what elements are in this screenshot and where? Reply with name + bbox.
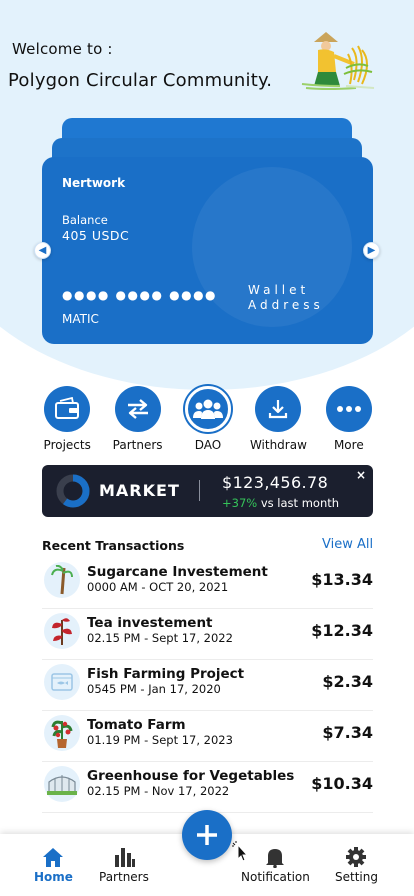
nav-home[interactable]: Home <box>34 846 73 884</box>
farmer-illustration-icon <box>301 32 375 90</box>
tea-plant-icon <box>44 613 80 649</box>
transaction-row[interactable]: Sugarcane Investement 0000 AM - OCT 20, … <box>42 558 373 609</box>
card-prev-button[interactable]: ◀ <box>34 242 51 259</box>
transaction-date: 0000 AM - OCT 20, 2021 <box>87 580 229 594</box>
transaction-amount: $13.34 <box>311 570 373 589</box>
market-divider <box>199 480 200 501</box>
nav-notification[interactable]: Notification <box>241 846 310 884</box>
card-wallet-label: Wallet <box>248 283 310 297</box>
transaction-name: Fish Farming Project <box>87 666 245 682</box>
tomato-plant-icon <box>44 715 80 751</box>
mouse-cursor-icon <box>232 841 249 861</box>
transaction-list: Sugarcane Investement 0000 AM - OCT 20, … <box>42 558 373 813</box>
market-close-button[interactable]: × <box>356 468 366 482</box>
action-more-circle <box>325 386 372 432</box>
nav-partners-label: Partners <box>99 870 149 884</box>
bell-icon <box>266 849 285 868</box>
sugarcane-icon <box>44 562 80 598</box>
card-next-button[interactable]: ▶ <box>363 242 380 259</box>
action-withdraw[interactable]: Withdraw <box>243 386 313 452</box>
nav-notification-label: Notification <box>241 870 310 884</box>
recent-transactions-title: Recent Transactions <box>42 538 185 553</box>
transaction-amount: $7.34 <box>322 723 373 742</box>
market-change-text: vs last month <box>257 496 340 510</box>
plus-icon <box>197 825 217 845</box>
chevron-left-icon: ◀ <box>38 245 47 256</box>
market-banner[interactable]: MARKET $123,456.78 +37% vs last month × <box>42 465 373 517</box>
community-title: Polygon Circular Community. <box>8 70 273 91</box>
transaction-date: 02.15 PM - Sept 17, 2022 <box>87 631 233 645</box>
action-projects[interactable]: Projects <box>32 386 102 452</box>
action-dao-circle <box>185 386 232 432</box>
wallet-icon <box>55 397 80 419</box>
card-address-label: Address <box>248 298 324 312</box>
transaction-name: Greenhouse for Vegetables <box>87 768 295 784</box>
transaction-amount: $12.34 <box>311 621 373 640</box>
action-projects-circle <box>44 386 91 432</box>
view-all-link[interactable]: View All <box>322 537 373 552</box>
market-title: MARKET <box>99 481 180 500</box>
transaction-row[interactable]: Tea investement 02.15 PM - Sept 17, 2022… <box>42 609 373 660</box>
market-value: $123,456.78 <box>222 473 329 492</box>
transaction-row[interactable]: Fish Farming Project 0545 PM - Jan 17, 2… <box>42 660 373 711</box>
card-wallet-address: Wallet Address <box>248 283 324 313</box>
home-screen: Welcome to : Polygon Circular Community.… <box>0 0 414 896</box>
nav-setting[interactable]: Setting <box>335 846 378 884</box>
wallet-card[interactable]: Nertwork Balance 405 USDC ●●●● ●●●● ●●●●… <box>42 157 373 344</box>
market-change: +37% vs last month <box>222 496 339 510</box>
nav-partners[interactable]: Partners <box>99 846 149 884</box>
card-balance-label: Balance <box>62 213 108 227</box>
transaction-date: 0545 PM - Jan 17, 2020 <box>87 682 221 696</box>
market-progress-ring-icon <box>56 474 90 508</box>
action-dao[interactable]: DAO <box>173 386 243 452</box>
bar-chart-icon <box>114 848 135 867</box>
download-icon <box>269 400 288 419</box>
transaction-date: 02.15 PM - Nov 17, 2022 <box>87 784 230 798</box>
gear-icon <box>346 847 367 867</box>
transaction-name: Tea investement <box>87 615 213 631</box>
welcome-text: Welcome to : <box>12 40 113 58</box>
action-more[interactable]: More <box>314 386 384 452</box>
action-partners-label: Partners <box>112 438 163 452</box>
action-projects-label: Projects <box>43 438 91 452</box>
transaction-name: Sugarcane Investement <box>87 564 268 580</box>
transaction-amount: $2.34 <box>322 672 373 691</box>
quick-actions: Projects Partners DAO Withdraw More <box>32 386 384 452</box>
transaction-name: Tomato Farm <box>87 717 186 733</box>
action-partners[interactable]: Partners <box>102 386 172 452</box>
action-withdraw-label: Withdraw <box>249 438 307 452</box>
action-withdraw-circle <box>255 386 302 432</box>
swap-arrows-icon <box>127 399 148 419</box>
card-balance-value: 405 USDC <box>62 228 130 243</box>
card-currency: MATIC <box>62 312 99 326</box>
add-button[interactable] <box>182 810 232 860</box>
market-change-percent: +37% <box>222 496 258 510</box>
card-masked-number: ●●●● ●●●● ●●●● <box>62 288 218 302</box>
fish-tank-icon <box>44 664 80 700</box>
action-partners-circle <box>114 386 161 432</box>
group-icon <box>193 399 224 419</box>
action-more-label: More <box>333 438 364 452</box>
transaction-date: 01.19 PM - Sept 17, 2023 <box>87 733 233 747</box>
home-icon <box>43 848 64 867</box>
card-network: Nertwork <box>62 176 126 190</box>
action-dao-label: DAO <box>194 438 222 452</box>
transaction-row[interactable]: Greenhouse for Vegetables 02.15 PM - Nov… <box>42 762 373 813</box>
greenhouse-icon <box>44 766 80 802</box>
more-dots-icon <box>336 406 361 412</box>
nav-setting-label: Setting <box>335 870 378 884</box>
transaction-row[interactable]: Tomato Farm 01.19 PM - Sept 17, 2023 $7.… <box>42 711 373 762</box>
nav-home-label: Home <box>34 870 73 884</box>
transaction-amount: $10.34 <box>311 774 373 793</box>
chevron-right-icon: ▶ <box>367 245 376 256</box>
